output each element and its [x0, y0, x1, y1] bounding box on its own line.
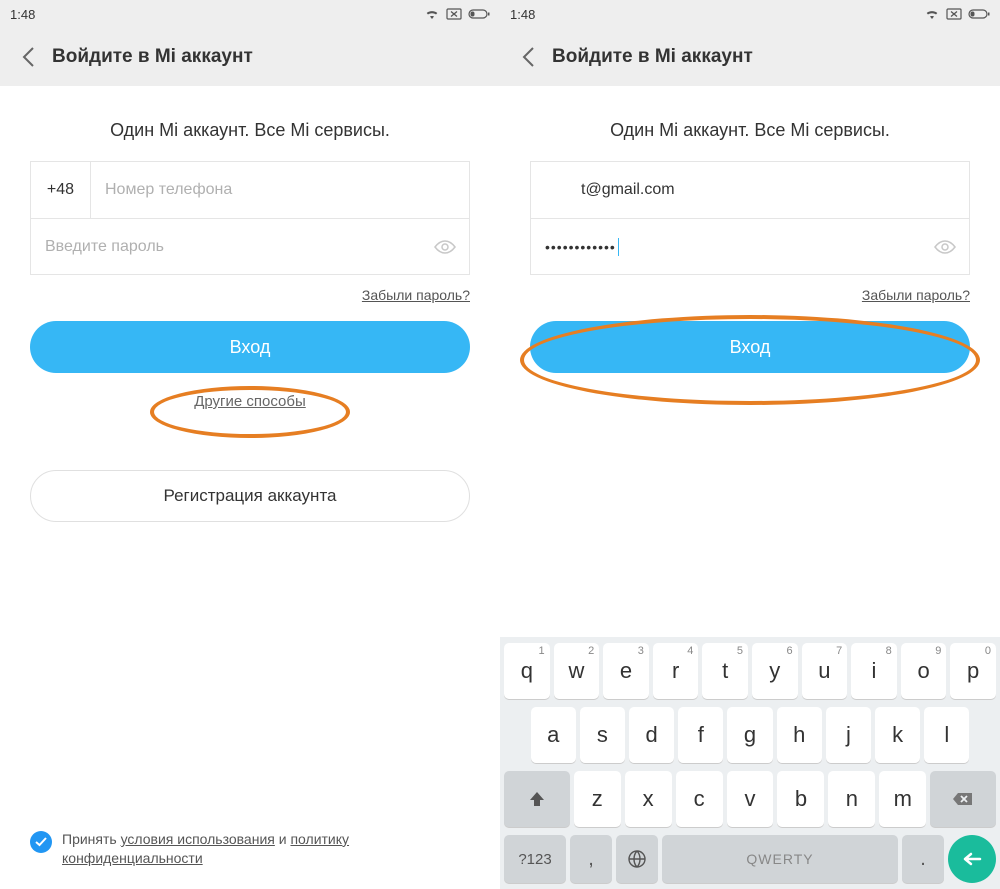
country-code[interactable]: +48 [31, 162, 91, 218]
tagline: Один Mi аккаунт. Все Mi сервисы. [610, 120, 890, 141]
login-form: +48 [30, 161, 470, 275]
shift-key[interactable] [504, 771, 570, 827]
password-input[interactable] [31, 219, 421, 274]
key-h[interactable]: h [777, 707, 822, 763]
key-z[interactable]: z [574, 771, 621, 827]
login-button[interactable]: Вход [30, 321, 470, 373]
phone-left: 1:48 Войдите в Mi аккаунт Один Mi аккаун… [0, 0, 500, 889]
globe-key[interactable] [616, 835, 658, 883]
key-q[interactable]: q1 [504, 643, 550, 699]
symbols-key[interactable]: ?123 [504, 835, 566, 883]
key-p[interactable]: p0 [950, 643, 996, 699]
back-button[interactable] [518, 47, 538, 67]
status-bar: 1:48 [500, 0, 1000, 28]
wifi-icon [424, 8, 440, 20]
clock: 1:48 [10, 7, 35, 22]
key-v[interactable]: v [727, 771, 774, 827]
key-e[interactable]: e3 [603, 643, 649, 699]
back-button[interactable] [18, 47, 38, 67]
clock: 1:48 [510, 7, 535, 22]
tagline: Один Mi аккаунт. Все Mi сервисы. [110, 120, 390, 141]
key-w[interactable]: w2 [554, 643, 600, 699]
register-button[interactable]: Регистрация аккаунта [30, 470, 470, 522]
eye-icon[interactable] [921, 239, 969, 255]
key-u[interactable]: u7 [802, 643, 848, 699]
key-n[interactable]: n [828, 771, 875, 827]
key-s[interactable]: s [580, 707, 625, 763]
login-button[interactable]: Вход [530, 321, 970, 373]
phone-right: 1:48 Войдите в Mi аккаунт Один Mi аккаун… [500, 0, 1000, 889]
key-i[interactable]: i8 [851, 643, 897, 699]
keyboard: q1w2e3r4t5y6u7i8o9p0 asdfghjkl zxcvbnm ?… [500, 637, 1000, 889]
key-f[interactable]: f [678, 707, 723, 763]
key-j[interactable]: j [826, 707, 871, 763]
page-title: Войдите в Mi аккаунт [552, 46, 753, 68]
tos-link[interactable]: условия использования [121, 831, 275, 847]
phone-input[interactable] [91, 162, 469, 218]
key-a[interactable]: a [531, 707, 576, 763]
key-t[interactable]: t5 [702, 643, 748, 699]
forgot-link[interactable]: Забыли пароль? [862, 287, 970, 303]
key-l[interactable]: l [924, 707, 969, 763]
dot-key[interactable]: . [902, 835, 944, 883]
close-box-icon [446, 8, 462, 20]
key-y[interactable]: y6 [752, 643, 798, 699]
comma-key[interactable]: , [570, 835, 612, 883]
navbar: Войдите в Mi аккаунт [0, 28, 500, 86]
key-b[interactable]: b [777, 771, 824, 827]
key-c[interactable]: c [676, 771, 723, 827]
page-title: Войдите в Mi аккаунт [52, 46, 253, 68]
key-r[interactable]: r4 [653, 643, 699, 699]
forgot-link[interactable]: Забыли пароль? [362, 287, 470, 303]
key-g[interactable]: g [727, 707, 772, 763]
enter-key[interactable] [948, 835, 996, 883]
navbar: Войдите в Mi аккаунт [500, 28, 1000, 86]
key-k[interactable]: k [875, 707, 920, 763]
status-bar: 1:48 [0, 0, 500, 28]
email-input[interactable] [531, 162, 969, 218]
password-input[interactable]: •••••••••••• [531, 219, 921, 274]
eye-icon[interactable] [421, 239, 469, 255]
key-o[interactable]: o9 [901, 643, 947, 699]
space-key[interactable]: QWERTY [662, 835, 898, 883]
footer: Принять условия использования и политику… [0, 814, 500, 889]
wifi-icon [924, 8, 940, 20]
battery-icon [968, 8, 990, 20]
battery-icon [468, 8, 490, 20]
backspace-key[interactable] [930, 771, 996, 827]
tos-text: Принять условия использования и политику… [62, 830, 470, 869]
other-ways-link[interactable]: Другие способы [194, 393, 306, 410]
key-d[interactable]: d [629, 707, 674, 763]
tos-checkbox[interactable] [30, 831, 52, 853]
login-form: •••••••••••• [530, 161, 970, 275]
key-m[interactable]: m [879, 771, 926, 827]
key-x[interactable]: x [625, 771, 672, 827]
close-box-icon [946, 8, 962, 20]
